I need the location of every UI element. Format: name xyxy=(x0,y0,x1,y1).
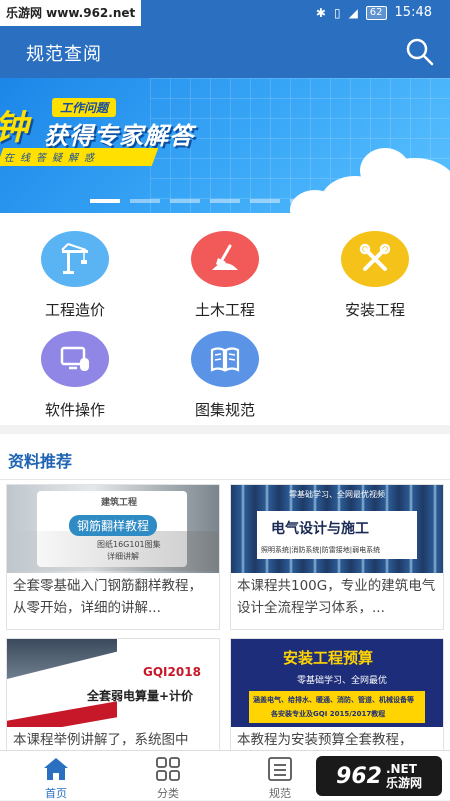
category-label: 土木工程 xyxy=(150,299,300,320)
category-icon-bg xyxy=(191,331,259,387)
category-grid: 工程造价 土木工程 安装工程 xyxy=(0,213,450,425)
bottom-nav: 首页 分类 规范 962 .NET 乐游网 xyxy=(0,750,450,800)
course-card[interactable]: 安装工程预算 零基础学习、全网最优 涵盖电气、给排水、暖通、消防、管道、机械设备… xyxy=(230,638,444,752)
thumb-note: 涵盖电气、给排水、暖通、消防、管道、机械设备等 xyxy=(253,695,414,705)
banner-subline: 在线答疑解惑 xyxy=(4,149,100,164)
card-description: 本课程举例讲解了，系统图中 xyxy=(13,729,213,751)
status-time: 15:48 xyxy=(395,0,432,26)
banner-big-text: 钟 xyxy=(0,100,28,149)
thumb-title: 钢筋翻样教程 xyxy=(69,515,157,536)
thumb-note: 图纸16G101图集 xyxy=(97,539,161,550)
category-install[interactable]: 安装工程 xyxy=(300,231,450,320)
category-icon-bg xyxy=(41,231,109,287)
home-icon xyxy=(42,756,70,782)
recommend-grid: 建筑工程 钢筋翻样教程 图纸16G101图集 详细讲解 全套零基础入门钢筋翻样教… xyxy=(0,480,450,752)
card-description: 本课程共100G，专业的建筑电气设计全流程学习体系，... xyxy=(237,575,437,619)
status-indicators: ✱ ▯ ◢ 62 15:48 xyxy=(316,0,432,26)
badge-net: .NET xyxy=(386,762,422,776)
thumb-tag: 建筑工程 xyxy=(101,495,137,508)
monitor-icon xyxy=(58,342,92,376)
signal-icon: ◢ xyxy=(349,0,358,26)
carousel-dot[interactable] xyxy=(290,199,320,203)
grid-icon xyxy=(154,756,182,782)
banner-headline: 获得专家解答 xyxy=(44,116,194,151)
category-cost[interactable]: 工程造价 xyxy=(0,231,150,320)
battery-indicator: 62 xyxy=(366,6,387,20)
card-thumbnail: GQI2018 全套弱电算量+计价 xyxy=(7,639,219,727)
thumb-sub: 零基础学习、全网最优 xyxy=(297,673,387,686)
carousel-dot[interactable] xyxy=(330,199,360,203)
thumb-note: 照明系统|消防系统|防雷接地|弱电系统 xyxy=(261,545,380,555)
promo-banner[interactable]: 钟 工作问题 获得专家解答 在线答疑解惑 xyxy=(0,78,450,213)
card-thumbnail: 建筑工程 钢筋翻样教程 图纸16G101图集 详细讲解 xyxy=(7,485,219,573)
card-description: 本教程为安装预算全套教程， xyxy=(237,729,437,751)
course-card[interactable]: 建筑工程 钢筋翻样教程 图纸16G101图集 详细讲解 全套零基础入门钢筋翻样教… xyxy=(6,484,220,630)
category-icon-bg xyxy=(191,231,259,287)
category-label: 软件操作 xyxy=(0,399,150,420)
carousel-dots xyxy=(0,199,450,203)
course-card[interactable]: 零基础学习、全网最优视频 电气设计与施工 照明系统|消防系统|防雷接地|弱电系统… xyxy=(230,484,444,630)
banner-tag: 工作问题 xyxy=(52,98,116,117)
card-thumbnail: 安装工程预算 零基础学习、全网最优 涵盖电气、给排水、暖通、消防、管道、机械设备… xyxy=(231,639,443,727)
thumb-code: GQI2018 xyxy=(143,665,201,679)
category-label: 安装工程 xyxy=(300,299,450,320)
category-civil[interactable]: 土木工程 xyxy=(150,231,300,320)
search-icon xyxy=(404,36,436,68)
thumb-title: 全套弱电算量+计价 xyxy=(87,687,193,704)
list-icon xyxy=(266,756,294,782)
card-thumbnail: 零基础学习、全网最优视频 电气设计与施工 照明系统|消防系统|防雷接地|弱电系统 xyxy=(231,485,443,573)
category-atlas[interactable]: 图集规范 xyxy=(150,331,300,420)
card-description: 全套零基础入门钢筋翻样教程，从零开始，详细的讲解... xyxy=(13,575,213,619)
nav-home[interactable]: 首页 xyxy=(0,751,112,801)
category-icon-bg xyxy=(41,331,109,387)
status-bar: 乐游网 www.962.net ✱ ▯ ◢ 62 15:48 xyxy=(0,0,450,26)
section-title: 资料推荐 xyxy=(8,448,72,472)
category-label: 图集规范 xyxy=(150,399,300,420)
nav-label: 分类 xyxy=(112,785,224,801)
book-icon xyxy=(208,342,242,376)
tools-icon xyxy=(358,242,392,276)
shovel-icon xyxy=(208,242,242,276)
carousel-dot[interactable] xyxy=(210,199,240,203)
carousel-dot[interactable] xyxy=(170,199,200,203)
course-card[interactable]: GQI2018 全套弱电算量+计价 本课程举例讲解了，系统图中 xyxy=(6,638,220,752)
badge-number: 962 xyxy=(336,764,382,789)
category-software[interactable]: 软件操作 xyxy=(0,331,150,420)
thumb-note: 详细讲解 xyxy=(107,551,139,562)
crane-icon xyxy=(58,242,92,276)
thumb-title: 安装工程预算 xyxy=(283,647,373,668)
carousel-dot[interactable] xyxy=(90,199,120,203)
nav-category[interactable]: 分类 xyxy=(112,751,224,801)
search-button[interactable] xyxy=(404,36,436,68)
thumb-top: 零基础学习、全网最优视频 xyxy=(231,489,443,500)
vibrate-icon: ▯ xyxy=(334,0,341,26)
category-icon-bg xyxy=(341,231,409,287)
bluetooth-icon: ✱ xyxy=(316,0,326,26)
carousel-dot[interactable] xyxy=(130,199,160,203)
page-title: 规范查阅 xyxy=(26,40,102,66)
app-bar: 规范查阅 xyxy=(0,26,450,78)
thumb-note: 各安装专业及GQI 2015/2017教程 xyxy=(271,709,385,719)
section-header: 资料推荐 xyxy=(0,434,450,480)
watermark-logo: 962 .NET 乐游网 xyxy=(316,756,442,796)
carousel-dot[interactable] xyxy=(250,199,280,203)
nav-label: 首页 xyxy=(0,785,112,801)
watermark: 乐游网 www.962.net xyxy=(0,0,141,26)
category-label: 工程造价 xyxy=(0,299,150,320)
thumb-title: 电气设计与施工 xyxy=(271,518,369,538)
badge-text: 乐游网 xyxy=(386,776,422,790)
